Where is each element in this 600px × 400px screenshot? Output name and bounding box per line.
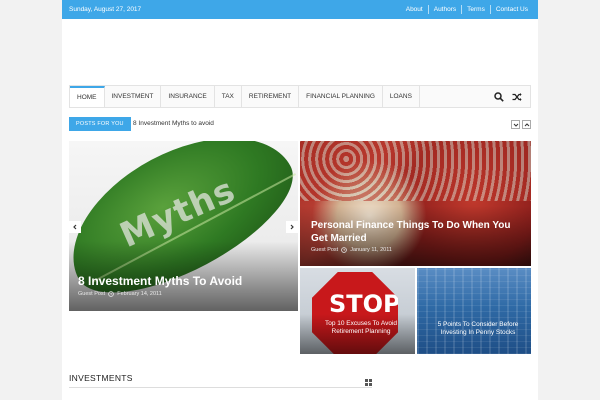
about-link[interactable]: About <box>401 5 428 14</box>
wedding-image <box>300 141 531 201</box>
slider-prev-button[interactable] <box>69 221 81 233</box>
search-icon[interactable] <box>494 92 504 102</box>
feature-post-married[interactable]: Personal Finance Things To Do When You G… <box>300 141 531 266</box>
ticker-up-button[interactable] <box>522 120 531 129</box>
chevron-down-icon <box>513 123 518 127</box>
clock-icon <box>341 247 348 253</box>
grid-view-icon[interactable] <box>365 373 372 391</box>
nav-item-retirement[interactable]: RETIREMENT <box>242 86 300 107</box>
feature-post-penny-stocks[interactable]: 5 Points To Consider Before Investing In… <box>417 268 531 354</box>
feature-title[interactable]: 5 Points To Consider Before Investing In… <box>428 321 528 337</box>
nav-item-financial-planning[interactable]: FINANCIAL PLANNING <box>299 86 383 107</box>
slider-meta: Guest Post February 14, 2011 <box>78 291 162 297</box>
news-ticker: POSTS FOR YOU 8 Investment Myths to avoi… <box>69 117 531 131</box>
shuffle-icon[interactable] <box>512 92 522 102</box>
main-slider[interactable]: Myths 8 Investment Myths To Avoid Guest … <box>69 141 298 311</box>
chevron-up-icon <box>524 122 529 126</box>
nav-item-home[interactable]: HOME <box>70 86 105 107</box>
nav-item-insurance[interactable]: INSURANCE <box>161 86 215 107</box>
nav-item-investment[interactable]: INVESTMENT <box>105 86 162 107</box>
nav-item-loans[interactable]: LOANS <box>383 86 420 107</box>
top-bar: Sunday, August 27, 2017 About Authors Te… <box>62 0 538 19</box>
ticker-down-button[interactable] <box>511 120 520 129</box>
ticker-badge: POSTS FOR YOU <box>69 117 131 131</box>
clock-icon <box>108 291 115 297</box>
chevron-left-icon <box>73 224 77 230</box>
feature-date: January 11, 2011 <box>350 247 392 253</box>
slider-title[interactable]: 8 Investment Myths To Avoid <box>78 274 242 288</box>
current-date: Sunday, August 27, 2017 <box>69 6 142 13</box>
ticker-headline[interactable]: 8 Investment Myths to avoid <box>133 120 214 127</box>
section-heading: INVESTMENTS <box>69 373 133 383</box>
authors-link[interactable]: Authors <box>427 5 461 14</box>
feature-meta: Guest Post January 11, 2011 <box>311 247 392 253</box>
top-links: About Authors Terms Contact Us <box>401 5 533 14</box>
contact-us-link[interactable]: Contact Us <box>489 5 533 14</box>
chevron-right-icon <box>290 224 294 230</box>
nav-item-tax[interactable]: TAX <box>215 86 242 107</box>
page: Sunday, August 27, 2017 About Authors Te… <box>62 0 538 400</box>
feature-title[interactable]: Top 10 Excuses To Avoid Retirement Plann… <box>311 320 411 336</box>
feature-author[interactable]: Guest Post <box>311 247 338 253</box>
slider-next-button[interactable] <box>286 221 298 233</box>
slider-date: February 14, 2011 <box>117 291 162 297</box>
feature-post-retirement[interactable]: STOP Top 10 Excuses To Avoid Retirement … <box>300 268 415 354</box>
feature-title[interactable]: Personal Finance Things To Do When You G… <box>311 219 526 245</box>
slider-author[interactable]: Guest Post <box>78 291 105 297</box>
main-nav: HOME INVESTMENT INSURANCE TAX RETIREMENT… <box>69 85 531 108</box>
stock-board-image <box>417 268 531 354</box>
investments-section: INVESTMENTS <box>69 370 372 388</box>
terms-link[interactable]: Terms <box>461 5 490 14</box>
